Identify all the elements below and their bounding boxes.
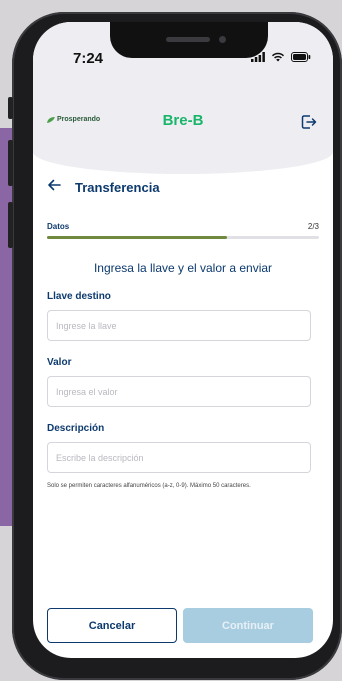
- amount-input[interactable]: [47, 376, 311, 407]
- progress-bar: [47, 236, 319, 239]
- logout-button[interactable]: [301, 114, 317, 135]
- status-time: 7:24: [73, 50, 104, 67]
- cancel-button[interactable]: Cancelar: [47, 608, 177, 643]
- battery-icon: [291, 52, 311, 62]
- description-label: Descripción: [47, 423, 105, 434]
- back-button[interactable]: [47, 178, 61, 196]
- page-title: Transferencia: [75, 179, 160, 195]
- side-button: [8, 202, 13, 248]
- continue-button[interactable]: Continuar: [183, 608, 313, 643]
- description-hint: Solo se permiten caracteres alfanumérico…: [47, 483, 251, 489]
- side-button: [8, 140, 13, 186]
- arrow-left-icon: [48, 179, 61, 191]
- form-instruction: Ingresa la llave y el valor a enviar: [93, 261, 273, 275]
- side-button: [8, 97, 13, 119]
- wifi-icon: [271, 52, 285, 62]
- page-nav: Transferencia: [47, 178, 160, 196]
- signal-icon: [251, 52, 265, 62]
- key-label: Llave destino: [47, 291, 111, 302]
- description-input[interactable]: [47, 442, 311, 473]
- progress-fill: [47, 236, 227, 239]
- step-indicator: Datos 2/3: [47, 222, 319, 231]
- notch: [110, 22, 268, 58]
- camera: [219, 36, 226, 43]
- step-name: Datos: [47, 222, 70, 231]
- logout-icon: [301, 115, 317, 129]
- key-input[interactable]: [47, 310, 311, 341]
- status-icons: [251, 52, 311, 62]
- app-title: Bre-B: [162, 112, 204, 129]
- app-screen: 7:24 Prosperando Bre-B Transferencia Dat…: [33, 22, 333, 658]
- amount-label: Valor: [47, 357, 72, 368]
- speaker: [166, 37, 210, 42]
- step-count: 2/3: [307, 222, 319, 231]
